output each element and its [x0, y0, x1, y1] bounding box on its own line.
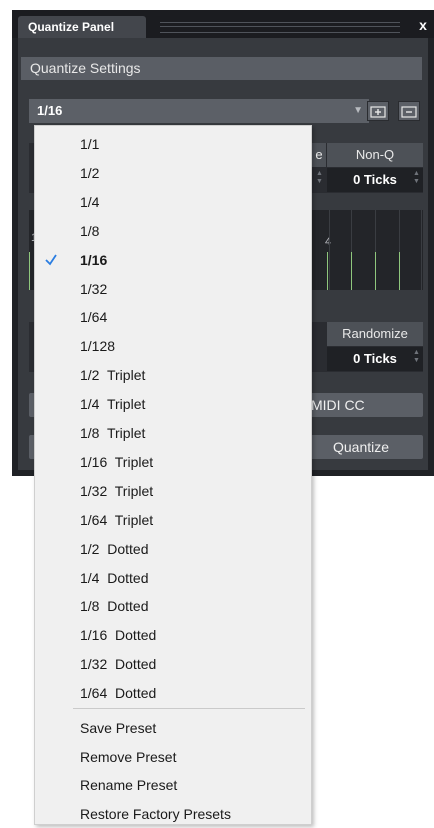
- menu-item-label: 1/8 Dotted: [80, 598, 149, 615]
- chevron-down-icon: ▼: [353, 105, 363, 116]
- menu-action-save-preset[interactable]: Save Preset: [35, 714, 311, 742]
- menu-item-1-1[interactable]: 1/1: [35, 130, 311, 158]
- menu-item-label: 1/16 Triplet: [80, 453, 154, 470]
- add-preset-icon: [370, 106, 386, 118]
- menu-item-1-2-Triplet[interactable]: 1/2 Triplet: [35, 361, 311, 389]
- menu-action-label: Remove Preset: [80, 748, 177, 765]
- grid-line: [421, 210, 422, 290]
- menu-action-label: Restore Factory Presets: [80, 806, 231, 823]
- add-preset-button[interactable]: [367, 101, 389, 121]
- menu-item-label: 1/16 Dotted: [80, 627, 157, 644]
- drag-grip[interactable]: [160, 22, 400, 33]
- menu-item-1-4[interactable]: 1/4: [35, 188, 311, 216]
- menu-item-label: 1/32 Triplet: [80, 482, 154, 499]
- menu-item-label: 1/32 Dotted: [80, 656, 157, 673]
- menu-action-remove-preset[interactable]: Remove Preset: [35, 743, 311, 771]
- randomize-label: Randomize: [327, 322, 423, 346]
- menu-item-1-64[interactable]: 1/64: [35, 303, 311, 331]
- menu-action-label: Save Preset: [80, 720, 157, 736]
- grid-note-marker: [399, 252, 400, 290]
- menu-item-label: 1/16: [80, 251, 108, 268]
- remove-preset-icon: [401, 106, 417, 118]
- remove-preset-button[interactable]: [398, 101, 420, 121]
- menu-item-label: 1/64 Triplet: [80, 511, 154, 528]
- menu-item-1-8-Triplet[interactable]: 1/8 Triplet: [35, 419, 311, 447]
- quantize-preset-select[interactable]: 1/16 ▼: [29, 99, 369, 123]
- grid-note-marker: [351, 252, 352, 290]
- menu-item-label: 1/64 Dotted: [80, 685, 157, 702]
- preset-select-value: 1/16: [37, 103, 63, 118]
- menu-item-label: 1/4: [80, 193, 100, 210]
- randomize-spinner-icon[interactable]: ▲ ▼: [413, 349, 421, 365]
- menu-action-rename-preset[interactable]: Rename Preset: [35, 771, 311, 799]
- menu-item-1-32[interactable]: 1/32: [35, 275, 311, 303]
- nonq-value-field[interactable]: 0 Ticks: [327, 168, 423, 192]
- nonq-label: Non-Q: [327, 143, 423, 167]
- nonq-spinner-icon[interactable]: ▲ ▼: [413, 170, 421, 186]
- menu-item-label: 1/8: [80, 222, 100, 239]
- grid-note-marker: [29, 252, 30, 290]
- menu-item-1-4-Dotted[interactable]: 1/4 Dotted: [35, 564, 311, 592]
- menu-item-1-8[interactable]: 1/8: [35, 217, 311, 245]
- menu-item-label: 1/64: [80, 309, 108, 326]
- menu-item-1-64-Triplet[interactable]: 1/64 Triplet: [35, 506, 311, 534]
- menu-action-restore-factory-presets[interactable]: Restore Factory Presets: [35, 800, 311, 828]
- menu-item-label: 1/8 Triplet: [80, 425, 146, 441]
- close-icon[interactable]: x: [415, 16, 431, 34]
- quantize-preset-menu: 1/1 1/2 1/4 1/8 1/16 1/32 1/64 1/128 1/2 Triplet…: [34, 125, 312, 825]
- menu-item-label: 1/128: [80, 338, 116, 355]
- swing-spinner-icon[interactable]: ▲ ▼: [316, 170, 324, 186]
- randomize-value-field[interactable]: 0 Ticks: [327, 347, 423, 371]
- swing-header-fragment: e: [312, 143, 326, 167]
- menu-item-label: 1/2: [80, 164, 100, 181]
- menu-item-1-32-Triplet[interactable]: 1/32 Triplet: [35, 477, 311, 505]
- menu-item-label: 1/2 Dotted: [80, 540, 149, 557]
- menu-item-label: 1/2 Triplet: [80, 367, 146, 384]
- menu-item-label: 1/4 Triplet: [80, 396, 146, 413]
- menu-item-label: 1/4 Dotted: [80, 569, 149, 586]
- tab-quantize-panel[interactable]: Quantize Panel: [18, 16, 146, 38]
- menu-item-1-2-Dotted[interactable]: 1/2 Dotted: [35, 535, 311, 563]
- menu-action-label: Rename Preset: [80, 777, 178, 794]
- menu-item-1-16[interactable]: 1/16: [35, 246, 311, 274]
- menu-separator: [73, 708, 305, 709]
- menu-item-label: 1/1: [80, 136, 100, 152]
- menu-item-1-64-Dotted[interactable]: 1/64 Dotted: [35, 679, 311, 707]
- menu-item-1-32-Dotted[interactable]: 1/32 Dotted: [35, 650, 311, 678]
- panel-tab-bar: Quantize Panel x: [12, 10, 434, 38]
- section-header-quantize-settings[interactable]: Quantize Settings: [21, 57, 422, 80]
- menu-item-1-2[interactable]: 1/2: [35, 159, 311, 187]
- menu-item-1-4-Triplet[interactable]: 1/4 Triplet: [35, 390, 311, 418]
- menu-item-label: 1/32: [80, 280, 108, 297]
- menu-item-1-16-Triplet[interactable]: 1/16 Triplet: [35, 448, 311, 476]
- grid-note-marker: [375, 252, 376, 290]
- menu-item-1-128[interactable]: 1/128: [35, 332, 311, 360]
- grid-line: [329, 210, 330, 290]
- menu-item-1-8-Dotted[interactable]: 1/8 Dotted: [35, 592, 311, 620]
- grid-note-marker: [327, 252, 328, 290]
- checkmark-icon: [45, 254, 57, 266]
- menu-item-1-16-Dotted[interactable]: 1/16 Dotted: [35, 621, 311, 649]
